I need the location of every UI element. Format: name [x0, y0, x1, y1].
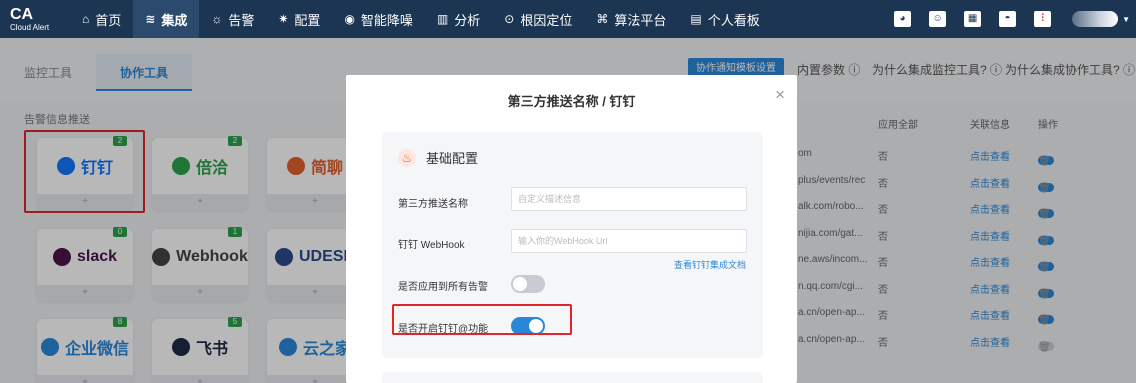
brand-name: CA [10, 5, 34, 23]
nav-item-3[interactable]: ✷ 配置 [266, 0, 332, 38]
chevron-down-icon[interactable]: ▼ [1122, 15, 1130, 24]
equalizer-icon[interactable]: ⫶ [1034, 11, 1052, 27]
panel-title-text: 基础配置 [426, 151, 479, 166]
nav-item-5[interactable]: ▥ 分析 [425, 0, 492, 38]
config-icon: ♨ [398, 148, 416, 167]
gear-icon: ✷ [278, 12, 289, 26]
webhook-input[interactable]: 输入你的WebHook Url [511, 229, 747, 253]
nav-item-label: 配置 [294, 12, 321, 28]
nav-item-label: 根因定位 [520, 12, 573, 28]
alarm-icon: ☼ [211, 12, 223, 26]
nav-item-label: 首页 [95, 12, 122, 28]
home-icon: ⌂ [82, 12, 90, 26]
target-icon: ⊙ [504, 12, 515, 26]
avatar[interactable] [1072, 11, 1119, 27]
push-name-input[interactable]: 自定义描述信息 [511, 187, 747, 211]
robot-icon[interactable]: ☺ [929, 11, 947, 27]
nav-item-label: 算法平台 [614, 12, 667, 28]
apply-all-toggle[interactable] [511, 275, 545, 293]
nav-item-7[interactable]: ⌘ 算法平台 [584, 0, 678, 38]
nav-item-8[interactable]: ▤ 个人看板 [678, 0, 771, 38]
nav-item-label: 告警 [228, 12, 255, 28]
push-name-label: 第三方推送名称 [398, 199, 468, 210]
nav-item-1[interactable]: ≋ 集成 [133, 0, 200, 38]
highlight-box-at-function [392, 304, 572, 335]
webhook-label: 钉钉 WebHook [398, 240, 465, 251]
config-modal: 第三方推送名称 / 钉钉 × ♨ 基础配置 第三方推送名称 自定义描述信息 钉钉… [346, 75, 797, 383]
next-config-panel [382, 372, 763, 383]
nav-item-2[interactable]: ☼ 告警 [199, 0, 266, 38]
modal-title: 第三方推送名称 / 钉钉 [507, 94, 636, 109]
nav-item-0[interactable]: ⌂ 首页 [70, 0, 133, 38]
toggle-knob [513, 277, 527, 291]
nav-item-label: 智能降噪 [360, 12, 413, 28]
basic-config-panel: ♨ 基础配置 第三方推送名称 自定义描述信息 钉钉 WebHook 输入你的We… [382, 132, 763, 358]
nav-item-label: 分析 [454, 12, 481, 28]
nav-item-4[interactable]: ◉ 智能降噪 [332, 0, 425, 38]
nav-item-label: 集成 [161, 12, 188, 28]
noise-icon: ◉ [344, 12, 355, 26]
bell-icon[interactable]: ◓ [999, 11, 1017, 27]
brand-logo[interactable]: CA Cloud Alert [0, 5, 70, 32]
apply-all-label: 是否应用到所有告警 [398, 282, 488, 293]
close-icon[interactable]: × [775, 85, 785, 105]
help-icon[interactable]: ◕ [894, 11, 912, 27]
nav-item-label: 个人看板 [707, 12, 760, 28]
nav-menu: ⌂ 首页 ≋ 集成 ☼ 告警 ✷ 配置 ◉ 智能降噪 ▥ 分析 ⊙ 根因定位 ⌘ 算法平台 ▤ 个人看板 [70, 0, 772, 38]
layers-icon: ≋ [145, 12, 156, 26]
nav-item-6[interactable]: ⊙ 根因定位 [492, 0, 584, 38]
panel-title: ♨ 基础配置 [398, 148, 478, 167]
chart-icon: ▥ [436, 12, 449, 26]
top-navbar: CA Cloud Alert ⌂ 首页 ≋ 集成 ☼ 告警 ✷ 配置 ◉ 智能降噪 ▥ 分析 ⊙ 根因定位… [0, 0, 1136, 38]
brand-subtitle: Cloud Alert [10, 22, 50, 32]
dashboard-icon: ▤ [690, 12, 702, 26]
dingtalk-doc-link[interactable]: 查看钉钉集成文档 [674, 258, 746, 271]
calendar-icon[interactable]: ▦ [964, 11, 982, 27]
algorithm-icon: ⌘ [596, 12, 609, 26]
nav-right-tools: ◕ ☺ ▦ ◓ ⫶ ▼ [885, 0, 1136, 38]
